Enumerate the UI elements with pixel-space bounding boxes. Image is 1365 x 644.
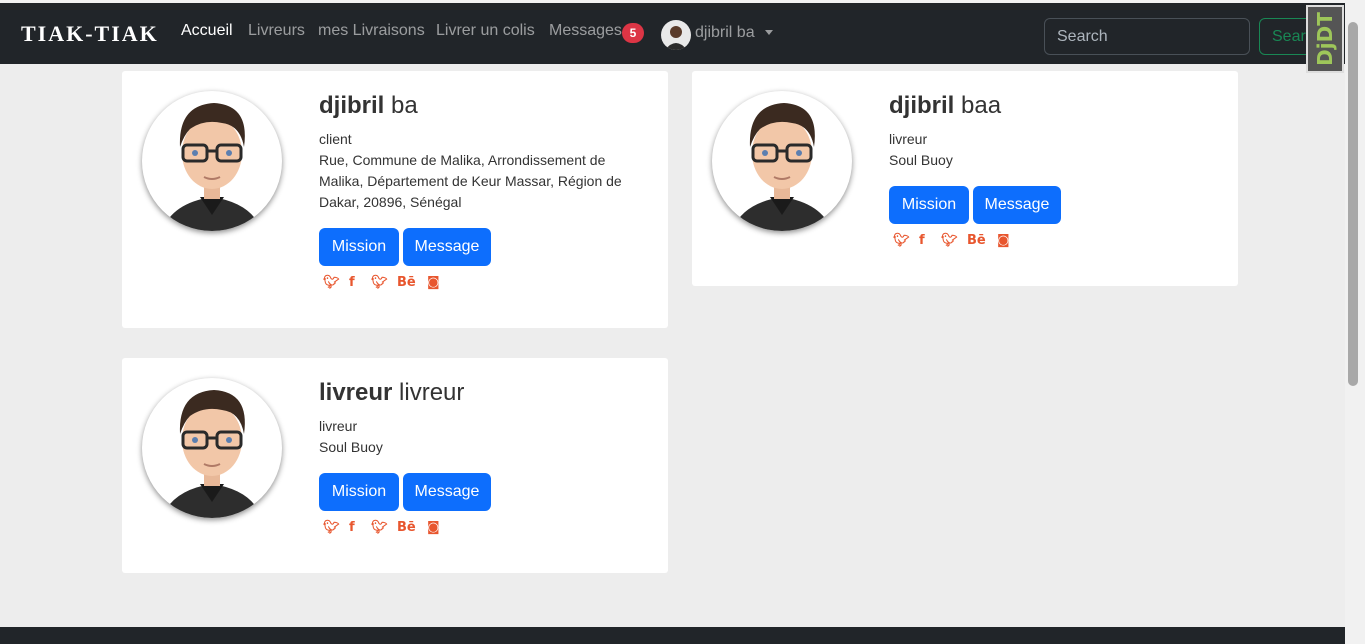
profile-name: djibril ba <box>319 92 418 120</box>
scrollbar-thumb[interactable] <box>1348 22 1358 386</box>
profile-address: Soul Buoy <box>889 152 953 168</box>
profile-card: livreur livreur livreur Soul Buoy Missio… <box>122 358 668 573</box>
profile-avatar <box>712 91 852 231</box>
message-button[interactable]: Message <box>973 186 1061 224</box>
profile-card: djibril ba client Rue, Commune de Malika… <box>122 71 668 328</box>
behance-icon[interactable]: Bē <box>397 275 416 290</box>
facebook-icon[interactable]: f <box>919 233 925 248</box>
last-name: livreur <box>399 379 465 406</box>
profile-role: livreur <box>319 418 358 434</box>
first-name: livreur <box>319 379 393 406</box>
instagram-icon[interactable]: ◙ <box>997 233 1010 248</box>
facebook-icon[interactable]: f <box>349 275 355 290</box>
instagram-icon[interactable]: ◙ <box>427 275 440 290</box>
mission-button[interactable]: Mission <box>889 186 969 224</box>
profile-avatar <box>142 91 282 231</box>
twitter-icon[interactable]: 🐦︎ <box>893 233 910 248</box>
nav-link-messages[interactable]: Messages <box>549 22 622 40</box>
nav-link-accueil[interactable]: Accueil <box>181 22 233 40</box>
instagram-icon[interactable]: ◙ <box>427 520 440 535</box>
behance-icon[interactable]: Bē <box>397 520 416 535</box>
messages-badge: 5 <box>622 23 644 43</box>
twitter-icon[interactable]: 🐦︎ <box>323 520 340 535</box>
facebook-icon[interactable]: f <box>349 520 355 535</box>
profile-role: livreur <box>889 131 928 147</box>
nav-link-livreurs[interactable]: Livreurs <box>248 22 305 40</box>
profile-name: djibril baa <box>889 92 1001 120</box>
profile-card: djibril baa livreur Soul Buoy Mission Me… <box>692 71 1238 286</box>
last-name: ba <box>391 92 418 119</box>
nav-link-livrer-colis[interactable]: Livrer un colis <box>436 22 535 40</box>
profile-address: Soul Buoy <box>319 439 383 455</box>
top-navbar: TIAK-TIAK Accueil Livreurs mes Livraison… <box>0 0 1345 64</box>
user-avatar[interactable] <box>661 20 691 50</box>
profile-role: client <box>319 131 352 147</box>
brand-logo[interactable]: TIAK-TIAK <box>21 21 159 47</box>
user-menu-toggle[interactable]: djibril ba <box>695 24 755 42</box>
debug-toolbar-label: DjDT <box>1313 12 1337 66</box>
nav-link-mes-livraisons[interactable]: mes Livraisons <box>318 22 425 40</box>
debug-toolbar-handle[interactable]: DjDT <box>1306 5 1344 73</box>
message-button[interactable]: Message <box>403 228 491 266</box>
last-name: baa <box>961 92 1002 119</box>
profile-name: livreur livreur <box>319 379 464 407</box>
first-name: djibril <box>889 92 955 119</box>
page-footer <box>0 627 1345 644</box>
search-input[interactable] <box>1044 18 1250 55</box>
twitter-icon[interactable]: 🐦︎ <box>941 233 958 248</box>
message-button[interactable]: Message <box>403 473 491 511</box>
twitter-icon[interactable]: 🐦︎ <box>323 275 340 290</box>
twitter-icon[interactable]: 🐦︎ <box>371 275 388 290</box>
twitter-icon[interactable]: 🐦︎ <box>371 520 388 535</box>
profile-avatar <box>142 378 282 518</box>
profile-address: Rue, Commune de Malika, Arrondissement d… <box>319 152 622 210</box>
mission-button[interactable]: Mission <box>319 228 399 266</box>
mission-button[interactable]: Mission <box>319 473 399 511</box>
first-name: djibril <box>319 92 385 119</box>
behance-icon[interactable]: Bē <box>967 233 986 248</box>
chevron-down-icon[interactable] <box>765 30 773 35</box>
